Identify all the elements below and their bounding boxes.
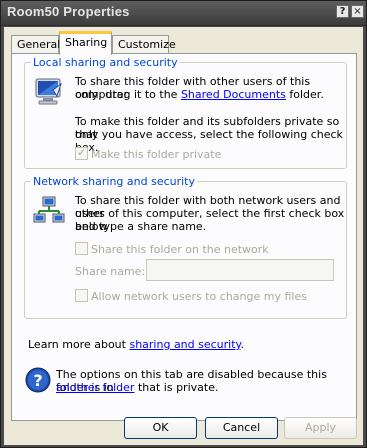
network-sharing-group: Network sharing and security To share th… xyxy=(24,175,347,319)
apply-button[interactable]: Apply xyxy=(284,417,357,439)
info-question-icon: ? xyxy=(25,367,51,393)
network-description-line3: and type a share name. xyxy=(75,220,207,233)
close-button[interactable]: × xyxy=(351,5,364,18)
info-line2: another folder that is private. xyxy=(56,381,218,394)
tab-sharing[interactable]: Sharing xyxy=(59,31,112,55)
local-sharing-group: Local sharing and security To share this… xyxy=(24,56,347,169)
share-on-network-checkbox[interactable] xyxy=(75,242,88,255)
local-computer-icon xyxy=(35,78,62,105)
window-title: Room50 Properties xyxy=(7,4,130,19)
learn-more-suffix: . xyxy=(240,338,244,351)
title-bar[interactable]: Room50 Properties ? × xyxy=(1,1,366,26)
learn-more-text: Learn more about sharing and security. xyxy=(28,338,244,351)
share-name-input[interactable] xyxy=(146,259,334,281)
tab-general[interactable]: General xyxy=(11,35,60,54)
tab-customize[interactable]: Customize xyxy=(112,35,176,54)
shared-documents-link[interactable]: Shared Documents xyxy=(181,88,286,101)
another-folder-link[interactable]: another folder xyxy=(56,381,134,394)
learn-more-prefix: Learn more about xyxy=(28,338,130,351)
sharing-tab-panel: Local sharing and security To share this… xyxy=(11,53,357,421)
dialog-client-area: General Sharing Customize Local sharing … xyxy=(4,27,363,445)
share-on-network-label[interactable]: Share this folder on the network xyxy=(91,243,269,256)
allow-change-checkbox[interactable] xyxy=(75,289,88,302)
network-computers-icon xyxy=(33,196,65,223)
local-line2-text: only, drag it to the xyxy=(75,88,181,101)
allow-change-label[interactable]: Allow network users to change my files xyxy=(91,290,307,303)
cancel-button[interactable]: Cancel xyxy=(205,417,278,439)
svg-text:?: ? xyxy=(33,371,42,390)
make-private-label[interactable]: Make this folder private xyxy=(91,148,221,161)
help-button[interactable]: ? xyxy=(336,5,349,18)
properties-window: Room50 Properties ? × General Sharing Cu… xyxy=(0,0,367,448)
sharing-and-security-link[interactable]: sharing and security xyxy=(129,338,240,351)
ok-button[interactable]: OK xyxy=(124,417,197,439)
network-sharing-legend: Network sharing and security xyxy=(31,175,198,188)
local-description-line2: only, drag it to the Shared Documents fo… xyxy=(75,88,324,101)
local-sharing-legend: Local sharing and security xyxy=(31,56,180,69)
local-line2-suffix: folder. xyxy=(285,88,324,101)
share-name-label: Share name: xyxy=(75,265,146,278)
make-private-checkbox[interactable] xyxy=(75,146,88,160)
info-line2-suffix: that is private. xyxy=(134,381,219,394)
